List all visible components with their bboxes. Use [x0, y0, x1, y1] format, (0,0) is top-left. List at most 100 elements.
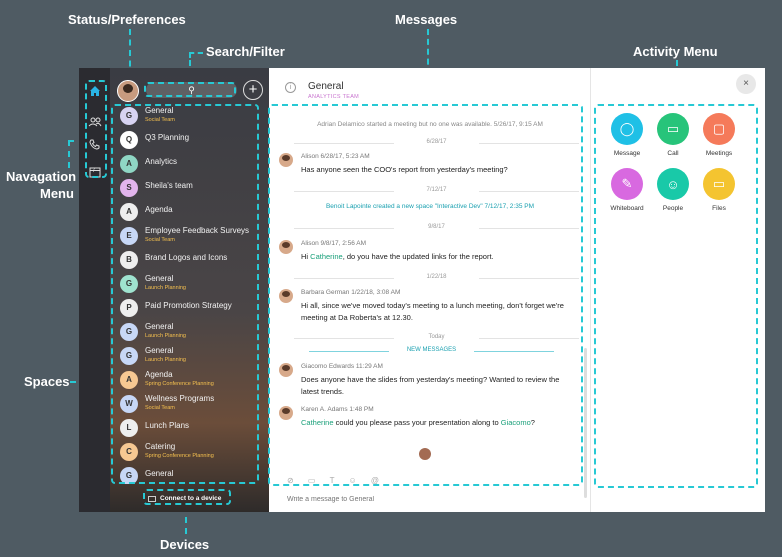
space-item[interactable]: A Agenda — [110, 200, 269, 224]
space-item[interactable]: W Wellness Programs Social Team — [110, 392, 269, 416]
space-team: Spring Conference Planning — [145, 453, 214, 459]
app-window: 7 ⚲ + G General Social Team Q Q3 Planning A An… — [79, 68, 765, 512]
space-name: General — [145, 106, 174, 115]
mention[interactable]: Catherine — [310, 252, 343, 261]
space-name: Q3 Planning — [145, 133, 190, 142]
sender-avatar — [279, 363, 293, 377]
connect-device-button[interactable]: Connect to a device — [148, 492, 248, 505]
system-message: Adrian Delamico started a meeting but no… — [317, 121, 543, 128]
message-text: Does anyone have the slides from yesterd… — [301, 375, 560, 396]
info-icon[interactable]: i — [285, 82, 296, 93]
callout-spaces: Spaces — [24, 374, 70, 389]
navigation-rail: 7 — [79, 68, 110, 512]
space-team: Launch Planning — [145, 285, 186, 291]
video-icon: ▭ — [657, 113, 689, 145]
conversation-title: General — [308, 81, 344, 92]
space-item[interactable]: S Sheila's team — [110, 176, 269, 200]
activity-menu: × ◯ Message ▭ Call ▢ Meetings ✎ Whiteboard ☺ Peop… — [591, 68, 765, 512]
message-meta: Alison 6/28/17, 5:23 AM — [301, 153, 370, 160]
close-icon[interactable]: × — [736, 74, 756, 94]
calendar-icon: ▢ — [703, 113, 735, 145]
space-name: Brand Logos and Icons — [145, 253, 228, 262]
space-item[interactable]: A Agenda Spring Conference Planning — [110, 368, 269, 392]
space-avatar: G — [120, 275, 138, 293]
callout-devices: Devices — [160, 537, 210, 552]
sender-avatar — [279, 153, 293, 167]
date-separator: 9/8/17 — [294, 224, 579, 232]
space-avatar: C — [120, 443, 138, 461]
callout-activity-menu: Activity Menu — [633, 44, 718, 59]
message-text: Hi Catherine, do you have the updated li… — [301, 252, 494, 261]
space-item[interactable]: G General Launch Planning — [110, 272, 269, 296]
space-item[interactable]: L Lunch Plans — [110, 416, 269, 440]
message-meta: Giacomo Edwards 11:29 AM — [301, 363, 383, 370]
activity-people-button[interactable]: ☺ People — [651, 168, 695, 212]
space-avatar: S — [120, 179, 138, 197]
add-space-button[interactable]: + — [243, 80, 263, 100]
phone-icon[interactable] — [84, 134, 105, 154]
space-team: Launch Planning — [145, 357, 186, 363]
space-item[interactable]: C Catering Spring Conference Planning — [110, 440, 269, 464]
space-avatar: W — [120, 395, 138, 413]
space-item[interactable]: B Brand Logos and Icons — [110, 248, 269, 272]
space-name: General — [145, 274, 174, 283]
space-name: Sheila's team — [145, 181, 193, 190]
activity-whiteboard-button[interactable]: ✎ Whiteboard — [605, 168, 649, 212]
space-name: Paid Promotion Strategy — [145, 301, 232, 310]
mention[interactable]: Giacomo — [501, 418, 531, 427]
space-item[interactable]: Q Q3 Planning — [110, 128, 269, 152]
space-avatar: Q — [120, 131, 138, 149]
activity-label: Call — [667, 150, 679, 157]
system-message: Benoit Lapointe created a new space "Int… — [325, 203, 535, 210]
sender-avatar — [279, 406, 293, 420]
search-filter-button[interactable]: ⚲ — [146, 82, 237, 98]
status-avatar[interactable] — [117, 80, 139, 102]
activity-label: Whiteboard — [610, 205, 644, 212]
activity-meetings-button[interactable]: ▢ Meetings — [697, 113, 741, 157]
message-meta: Karen A. Adams 1:48 PM — [301, 406, 374, 413]
space-name: Catering — [145, 442, 176, 451]
space-item[interactable]: G General — [110, 464, 269, 484]
callout-navigation-2: Menu — [40, 186, 74, 201]
callout-search-filter: Search/Filter — [206, 44, 285, 59]
composer-toolbar[interactable]: ⊘ ▭ T ☺ @ — [287, 476, 385, 485]
space-name: Agenda — [145, 370, 173, 379]
folder-icon: ▭ — [703, 168, 735, 200]
scrollbar[interactable] — [584, 348, 587, 498]
date-separator: 7/12/17 — [294, 187, 579, 195]
space-avatar: A — [120, 371, 138, 389]
space-avatar: P — [120, 299, 138, 317]
space-item[interactable]: G General Launch Planning — [110, 320, 269, 344]
space-team: Spring Conference Planning — [145, 381, 214, 387]
space-avatar: G — [120, 323, 138, 341]
messages-pane: i General ANALYTICS TEAM Adrian Delamico… — [269, 68, 591, 512]
space-avatar: A — [120, 203, 138, 221]
message-input[interactable] — [287, 493, 577, 505]
activity-files-button[interactable]: ▭ Files — [697, 168, 741, 212]
space-item[interactable]: P Paid Promotion Strategy — [110, 296, 269, 320]
person-icon: ☺ — [657, 168, 689, 200]
space-avatar: B — [120, 251, 138, 269]
space-item[interactable]: G General Launch Planning — [110, 344, 269, 368]
message-text: Hi all, since we've moved today's meetin… — [301, 301, 564, 322]
space-item[interactable]: A Analytics — [110, 152, 269, 176]
new-messages-separator: NEW MESSAGES — [309, 347, 554, 355]
space-team: Launch Planning — [145, 333, 186, 339]
spaces-sidebar: ⚲ + G General Social Team Q Q3 Planning A Anal… — [110, 68, 269, 512]
mention[interactable]: Catherine — [301, 418, 334, 427]
sender-avatar — [279, 289, 293, 303]
space-name: General — [145, 469, 174, 478]
space-item[interactable]: E Employee Feedback Surveys Social Team — [110, 224, 269, 248]
activity-call-button[interactable]: ▭ Call — [651, 113, 695, 157]
message-text: Has anyone seen the COO's report from ye… — [301, 165, 508, 174]
conversation-team: ANALYTICS TEAM — [308, 94, 360, 100]
calendar-icon[interactable]: 7 — [84, 162, 105, 182]
teams-icon[interactable] — [84, 112, 105, 132]
connector-nav-v — [68, 140, 70, 168]
activity-message-button[interactable]: ◯ Message — [605, 113, 649, 157]
sender-avatar — [279, 240, 293, 254]
home-icon[interactable] — [84, 81, 105, 101]
space-item[interactable]: G General Social Team — [110, 104, 269, 128]
space-avatar: G — [120, 467, 138, 484]
space-name: General — [145, 346, 174, 355]
